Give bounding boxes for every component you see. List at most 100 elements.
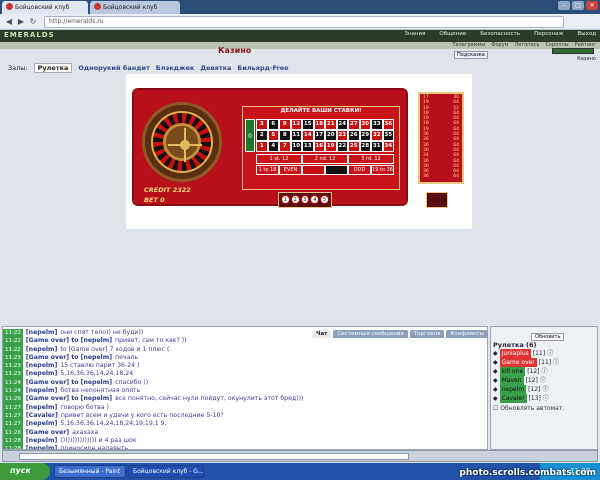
taskbar-item-paint[interactable]: Безымянный - Paint — [54, 465, 126, 478]
top-menu-item[interactable]: Персонаж — [534, 31, 563, 37]
number-cell[interactable]: 31 — [371, 141, 383, 152]
hall-tab[interactable]: Девятка — [200, 64, 231, 72]
outside-bet[interactable]: 19 to 36 — [371, 165, 394, 175]
number-cell[interactable]: 19 — [325, 141, 337, 152]
start-button[interactable]: пуск — [0, 463, 50, 480]
info-icon[interactable]: ⓘ — [553, 358, 559, 367]
chip[interactable]: 4 — [310, 195, 320, 204]
browser-tab-2[interactable]: Бойцовский клуб — [90, 1, 180, 14]
number-cell[interactable]: 28 — [359, 141, 371, 152]
number-cell[interactable]: 32 — [371, 130, 383, 141]
url-input[interactable]: http://emeralds.ru — [44, 16, 564, 28]
chat-nick[interactable]: [nepelm] — [26, 437, 57, 445]
number-cell[interactable]: 17 — [313, 130, 325, 141]
dozen-bet[interactable]: 2 nd. 12 — [302, 154, 348, 164]
number-cell[interactable]: 11 — [290, 130, 302, 141]
number-cell[interactable]: 8 — [279, 130, 291, 141]
number-cell[interactable]: 3 — [256, 119, 268, 130]
number-cell[interactable]: 6 — [267, 119, 279, 130]
number-cell[interactable]: 13 — [302, 141, 314, 152]
number-cell[interactable]: 22 — [336, 141, 348, 152]
history-button[interactable] — [426, 192, 448, 208]
number-cell[interactable]: 20 — [325, 130, 337, 141]
number-cell[interactable]: 33 — [371, 119, 383, 130]
chip[interactable]: 3 — [300, 195, 310, 204]
hint-button[interactable]: Подсказка — [454, 51, 488, 59]
number-cell[interactable]: 1 — [256, 141, 268, 152]
user-name[interactable]: Game over — [499, 358, 537, 367]
chat-tab[interactable]: Системные сообщения — [333, 330, 408, 338]
number-cell[interactable]: 34 — [382, 141, 394, 152]
chat-nick[interactable]: [Game over] to [nepelm] — [26, 354, 112, 362]
chat-nick[interactable]: [nepelm] — [26, 387, 57, 395]
number-cell[interactable]: 35 — [382, 130, 394, 141]
outside-bet[interactable] — [302, 165, 325, 175]
chip[interactable]: 1 — [281, 195, 290, 204]
sub-menu-item[interactable]: Летопись — [514, 42, 539, 48]
chat-nick[interactable]: [nepelm] — [26, 329, 57, 337]
number-cell[interactable]: 12 — [290, 119, 302, 130]
chat-tab[interactable]: Чат — [312, 330, 332, 338]
chat-nick[interactable]: [Cavaler] — [26, 412, 58, 420]
outside-bet[interactable] — [325, 165, 348, 175]
number-cell[interactable]: 27 — [348, 119, 360, 130]
zero-cell[interactable]: 0 — [245, 119, 255, 152]
close-icon[interactable]: ✕ — [586, 1, 598, 10]
chat-nick[interactable]: [nepelm] — [26, 362, 57, 370]
top-menu-item[interactable]: Общение — [439, 31, 466, 37]
maximize-icon[interactable]: □ — [572, 1, 584, 10]
chat-nick[interactable]: [Game over] to [nepelm] — [26, 395, 112, 403]
user-name[interactable]: Cavaler — [499, 394, 527, 403]
user-name[interactable]: kill one — [499, 367, 526, 376]
number-cell[interactable]: 30 — [359, 119, 371, 130]
chat-nick[interactable]: [nepelm] — [26, 370, 57, 378]
number-cell[interactable]: 24 — [336, 119, 348, 130]
number-cell[interactable]: 4 — [267, 141, 279, 152]
user-name[interactable]: Maven — [499, 376, 524, 385]
chat-nick[interactable]: [nepelm] — [26, 346, 57, 354]
chat-nick[interactable]: [nepelm] — [26, 420, 57, 428]
number-cell[interactable]: 9 — [279, 119, 291, 130]
hall-tab[interactable]: Рулетка — [33, 63, 73, 73]
top-menu-item[interactable]: Выход — [577, 31, 596, 37]
hall-tab[interactable]: Блэкджек — [156, 64, 195, 72]
user-name[interactable]: Juniaplus — [499, 349, 531, 358]
number-cell[interactable]: 2 — [256, 130, 268, 141]
taskbar-item-browser[interactable]: Бойцовский клуб - G... — [128, 465, 204, 478]
minimize-icon[interactable]: – — [558, 1, 570, 10]
chat-nick[interactable]: [Game over] to [nepelm] — [26, 337, 112, 345]
chip[interactable]: 5 — [320, 195, 329, 204]
hall-tab[interactable]: Бильярд-Free — [237, 64, 288, 72]
number-cell[interactable]: 7 — [279, 141, 291, 152]
chat-nick[interactable]: [Game over] to [nepelm] — [26, 379, 112, 387]
number-cell[interactable]: 15 — [302, 119, 314, 130]
number-cell[interactable]: 10 — [290, 141, 302, 152]
info-icon[interactable]: ⓘ — [547, 349, 553, 358]
hall-tab[interactable]: Однорукий бандит — [78, 64, 149, 72]
chat-input[interactable] — [19, 453, 409, 460]
browser-tab-1[interactable]: Бойцовский клуб — [2, 1, 88, 14]
number-cell[interactable]: 16 — [313, 141, 325, 152]
info-icon[interactable]: ⓘ — [543, 394, 549, 403]
number-cell[interactable]: 29 — [359, 130, 371, 141]
sub-menu-item[interactable]: Телеграммы — [452, 42, 485, 48]
chat-tab[interactable]: Конфликты — [446, 330, 488, 338]
chip[interactable]: 2 — [290, 195, 300, 204]
user-name[interactable]: nepelm — [499, 385, 527, 394]
sub-menu-item[interactable]: Форум — [491, 42, 508, 48]
forward-icon[interactable]: ▶ — [16, 17, 26, 27]
info-icon[interactable]: ⓘ — [540, 376, 546, 385]
auto-refresh-checkbox[interactable]: ☐ Обновлять автомат. — [493, 405, 595, 412]
roulette-wheel[interactable] — [142, 102, 222, 182]
number-cell[interactable]: 25 — [348, 141, 360, 152]
outside-bet[interactable]: ODD — [348, 165, 371, 175]
number-cell[interactable]: 36 — [382, 119, 394, 130]
dozen-bet[interactable]: 1 st. 12 — [256, 154, 302, 164]
number-cell[interactable]: 26 — [348, 130, 360, 141]
number-cell[interactable]: 14 — [302, 130, 314, 141]
outside-bet[interactable]: 1 to 18 — [256, 165, 279, 175]
reload-icon[interactable]: ↻ — [28, 17, 38, 27]
info-icon[interactable]: ⓘ — [542, 367, 548, 376]
info-icon[interactable]: ⓘ — [542, 385, 548, 394]
top-menu-item[interactable]: Знания — [404, 31, 425, 37]
